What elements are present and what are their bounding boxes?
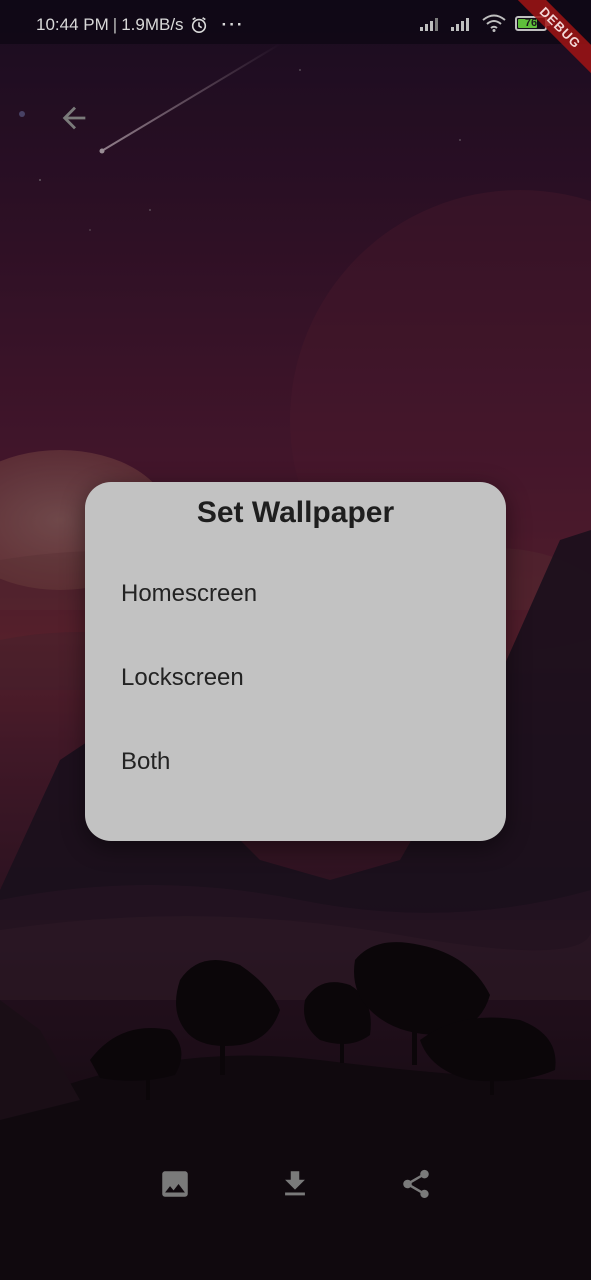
wifi-icon bbox=[482, 14, 506, 32]
status-time: 10:44 PM bbox=[36, 15, 109, 34]
alarm-clock-icon bbox=[191, 17, 206, 34]
share-button[interactable] bbox=[396, 1164, 436, 1204]
screen: 10:44 PM | 1.9MB/s ··· 76 DEBUG Set Wall… bbox=[0, 0, 591, 1280]
set-wallpaper-button[interactable] bbox=[155, 1164, 195, 1204]
status-right: 76 bbox=[420, 14, 550, 32]
cellular-signal-icon bbox=[451, 17, 469, 31]
network-speed: 1.9MB/s bbox=[121, 15, 184, 34]
status-separator: | bbox=[112, 15, 118, 34]
bottom-action-bar bbox=[0, 1152, 591, 1216]
status-bar: 10:44 PM | 1.9MB/s ··· 76 bbox=[0, 0, 591, 44]
option-lockscreen[interactable]: Lockscreen bbox=[121, 658, 481, 698]
option-homescreen[interactable]: Homescreen bbox=[121, 574, 481, 614]
download-icon bbox=[285, 1171, 305, 1196]
share-icon bbox=[403, 1169, 429, 1199]
more-notifications-icon: ··· bbox=[221, 15, 245, 34]
back-button[interactable] bbox=[52, 96, 96, 140]
dialog-title: Set Wallpaper bbox=[196, 496, 395, 529]
image-icon bbox=[162, 1171, 188, 1197]
option-both[interactable]: Both bbox=[121, 742, 481, 782]
cellular-signal-icon bbox=[420, 17, 438, 31]
set-wallpaper-dialog: Set Wallpaper Homescreen Lockscreen Both bbox=[85, 482, 506, 841]
status-left: 10:44 PM | 1.9MB/s ··· bbox=[36, 15, 245, 35]
download-button[interactable] bbox=[275, 1164, 315, 1204]
arrow-left-icon bbox=[62, 106, 86, 130]
